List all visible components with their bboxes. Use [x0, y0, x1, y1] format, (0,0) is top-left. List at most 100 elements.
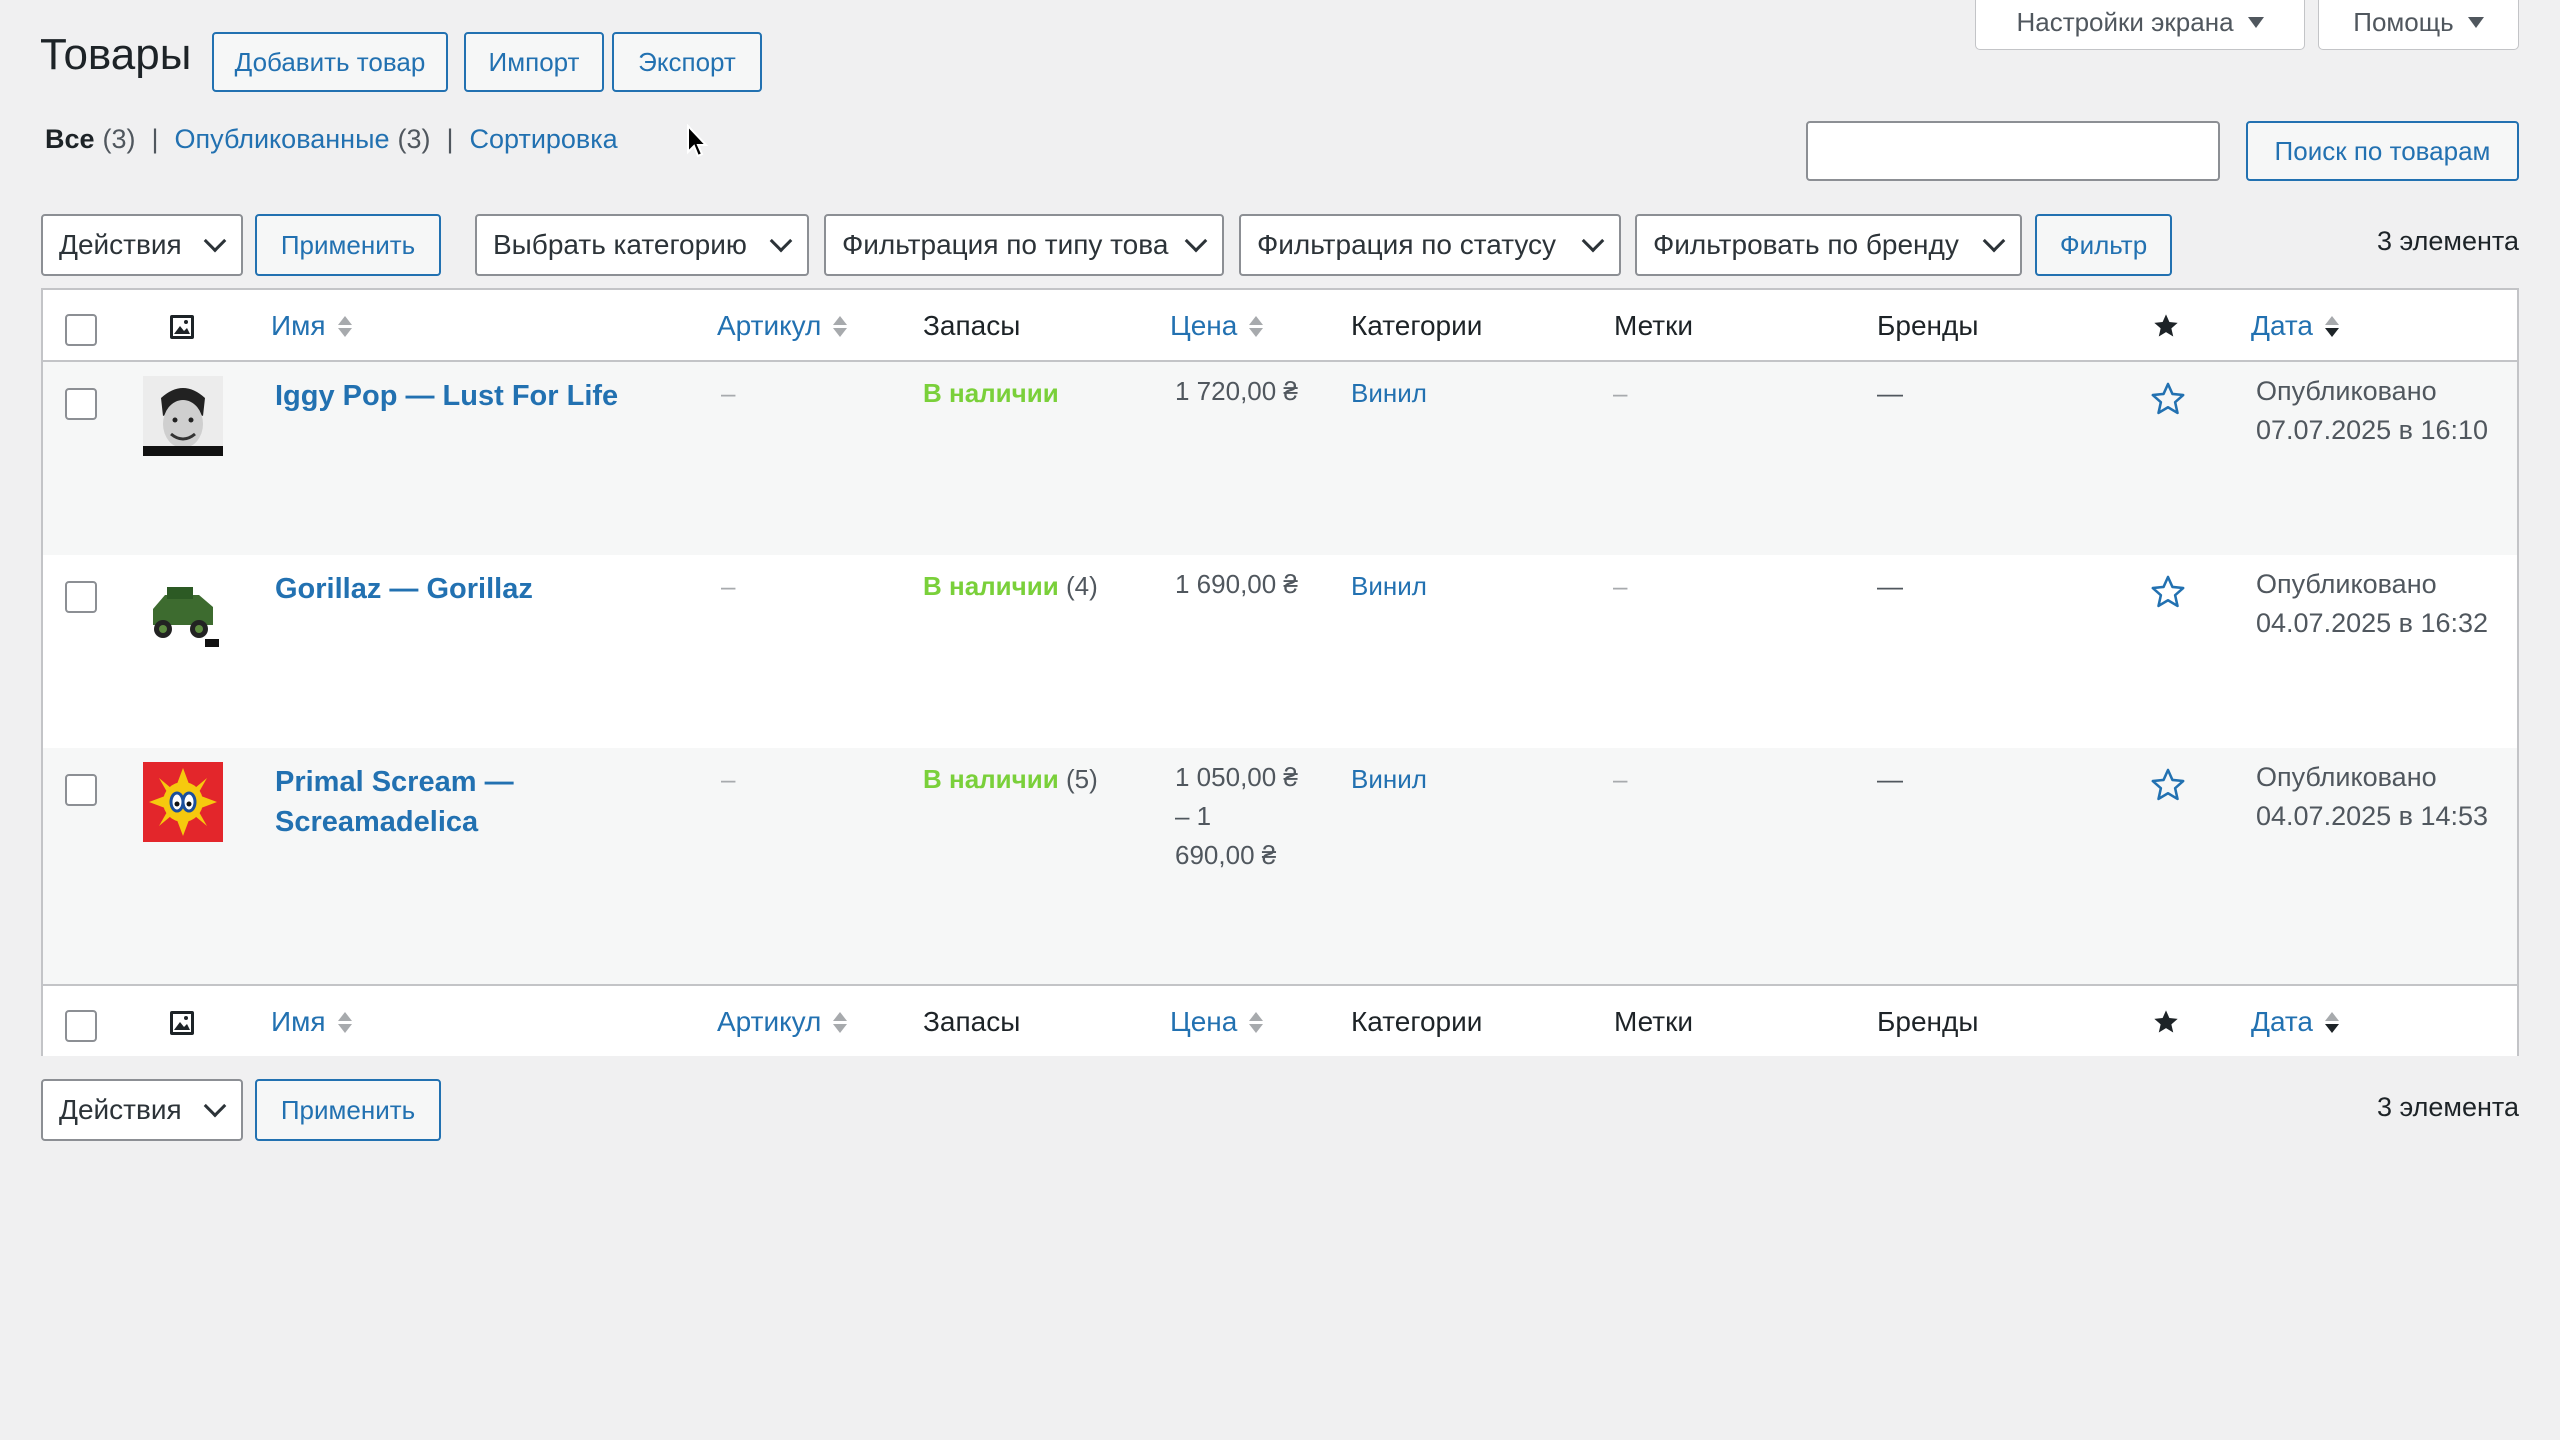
product-thumbnail[interactable] — [143, 762, 223, 842]
sort-icon — [2325, 315, 2340, 337]
product-tags: – — [1613, 571, 1628, 601]
table-row: Primal Scream — Screamadelica – В наличи… — [43, 748, 2517, 984]
export-button[interactable]: Экспорт — [612, 32, 762, 92]
product-sku: – — [721, 571, 736, 601]
help-label: Помощь — [2353, 7, 2454, 37]
stock-status-select[interactable]: Фильтрация по статусу — [1239, 214, 1621, 276]
product-tags: – — [1613, 378, 1628, 408]
filter-button[interactable]: Фильтр — [2035, 214, 2172, 276]
product-price: 1 720,00 ₴ — [1175, 376, 1298, 406]
add-product-button[interactable]: Добавить товар — [212, 32, 448, 92]
screen-options-button[interactable]: Настройки экрана — [1975, 0, 2305, 50]
product-thumbnail[interactable] — [143, 569, 223, 649]
row-checkbox[interactable] — [65, 388, 97, 420]
column-tags: Метки — [1614, 310, 1693, 341]
table-row: Gorillaz — Gorillaz – В наличии (4) 1 69… — [43, 555, 2517, 748]
product-type-value: Фильтрация по типу това — [842, 229, 1169, 260]
stock-status: В наличии — [923, 378, 1059, 409]
product-thumbnail[interactable] — [143, 376, 223, 456]
column-sku-label: Артикул — [717, 310, 822, 341]
row-checkbox[interactable] — [65, 581, 97, 613]
chevron-down-icon — [1184, 229, 1208, 253]
column-name-label: Имя — [271, 310, 326, 341]
column-name[interactable]: Имя — [271, 1006, 352, 1038]
product-brands: — — [1877, 571, 1903, 601]
column-date[interactable]: Дата — [2251, 1006, 2340, 1038]
product-price: 1 690,00 ₴ — [1175, 569, 1298, 599]
screen-options-label: Настройки экрана — [2016, 7, 2234, 37]
page-title: Товары — [40, 30, 192, 79]
apply-button[interactable]: Применить — [255, 214, 441, 276]
column-categories: Категории — [1351, 1006, 1483, 1037]
chevron-down-icon — [203, 1094, 227, 1118]
stock-status: В наличии (5) — [923, 764, 1098, 795]
column-price-label: Цена — [1170, 1006, 1238, 1037]
product-date: Опубликовано 04.07.2025 в 16:32 — [2256, 565, 2488, 643]
view-all[interactable]: Все — [45, 124, 95, 155]
sort-icon — [1249, 1011, 1264, 1033]
sort-icon — [1249, 315, 1264, 337]
in-stock-label: В наличии — [923, 571, 1059, 601]
sort-icon — [833, 315, 848, 337]
import-button[interactable]: Импорт — [464, 32, 604, 92]
price-line: 690,00 ₴ — [1175, 840, 1277, 870]
column-sku[interactable]: Артикул — [717, 310, 848, 342]
column-name[interactable]: Имя — [271, 310, 352, 342]
column-price-label: Цена — [1170, 310, 1238, 341]
column-price[interactable]: Цена — [1170, 310, 1264, 342]
search-input[interactable] — [1806, 121, 2220, 181]
sort-icon — [833, 1011, 848, 1033]
view-sorting[interactable]: Сортировка — [470, 124, 618, 155]
chevron-down-icon — [769, 229, 793, 253]
product-brands: — — [1877, 764, 1903, 794]
column-categories: Категории — [1351, 310, 1483, 341]
bulk-actions-select[interactable]: Действия — [41, 214, 243, 276]
star-outline-icon[interactable] — [2149, 380, 2187, 418]
chevron-down-icon — [203, 229, 227, 253]
product-name-link[interactable]: Iggy Pop — Lust For Life — [275, 376, 618, 416]
product-name-link[interactable]: Gorillaz — Gorillaz — [275, 569, 533, 609]
view-published[interactable]: Опубликованные — [175, 124, 390, 155]
sort-icon — [337, 1011, 352, 1033]
category-link[interactable]: Винил — [1351, 764, 1427, 795]
caret-down-icon — [2467, 17, 2484, 28]
column-tags: Метки — [1614, 1006, 1693, 1037]
stock-quantity: (5) — [1065, 764, 1098, 794]
column-date[interactable]: Дата — [2251, 310, 2340, 342]
star-icon — [2154, 314, 2178, 337]
column-brands: Бренды — [1877, 310, 1979, 341]
bulk-actions-select-bottom[interactable]: Действия — [41, 1079, 243, 1141]
brand-select[interactable]: Фильтровать по бренду — [1635, 214, 2022, 276]
product-price: 1 050,00 ₴ – 1 690,00 ₴ — [1175, 758, 1298, 875]
date-status: Опубликовано — [2256, 376, 2437, 406]
column-date-label: Дата — [2251, 310, 2314, 341]
column-sku[interactable]: Артикул — [717, 1006, 848, 1038]
search-products-button[interactable]: Поиск по товарам — [2246, 121, 2519, 181]
column-sku-label: Артикул — [717, 1006, 822, 1037]
category-select[interactable]: Выбрать категорию — [475, 214, 809, 276]
star-icon — [2154, 1010, 2178, 1033]
image-icon — [170, 315, 194, 339]
star-outline-icon[interactable] — [2149, 573, 2187, 611]
status-views: Все (3) | Опубликованные (3) | Сортировк… — [45, 124, 618, 155]
product-name-link[interactable]: Primal Scream — Screamadelica — [275, 762, 514, 842]
chevron-down-icon — [1581, 229, 1605, 253]
select-all-checkbox[interactable] — [65, 1010, 97, 1042]
sort-icon — [337, 315, 352, 337]
bulk-actions-value: Действия — [59, 1094, 182, 1125]
product-type-select[interactable]: Фильтрация по типу това — [824, 214, 1224, 276]
product-sku: – — [721, 764, 736, 794]
price-line: – 1 — [1175, 801, 1212, 831]
help-button[interactable]: Помощь — [2318, 0, 2519, 50]
column-brands: Бренды — [1877, 1006, 1979, 1037]
column-price[interactable]: Цена — [1170, 1006, 1264, 1038]
date-value: 04.07.2025 в 16:32 — [2256, 608, 2489, 638]
category-link[interactable]: Винил — [1351, 378, 1427, 409]
table-header: Имя Артикул Запасы Цена Категории Метки … — [43, 290, 2517, 362]
product-tags: – — [1613, 764, 1628, 794]
star-outline-icon[interactable] — [2149, 766, 2187, 804]
apply-button-bottom[interactable]: Применить — [255, 1079, 441, 1141]
select-all-checkbox[interactable] — [65, 314, 97, 346]
row-checkbox[interactable] — [65, 774, 97, 806]
category-link[interactable]: Винил — [1351, 571, 1427, 602]
